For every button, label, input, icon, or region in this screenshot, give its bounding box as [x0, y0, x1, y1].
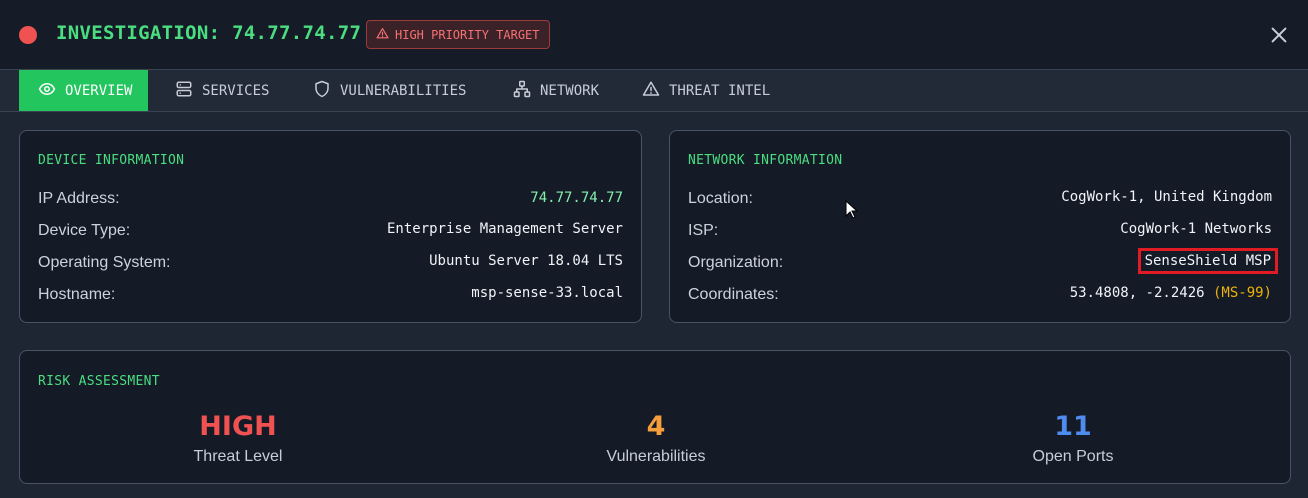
tab-overview[interactable]: OVERVIEW: [19, 70, 149, 111]
threat-level-value: HIGH: [199, 411, 277, 442]
ip-address-label: IP Address:: [38, 190, 120, 207]
mouse-cursor-icon: [845, 200, 859, 219]
close-icon: [1268, 27, 1290, 50]
warning-icon: [642, 80, 660, 102]
organization-value: SenseShield MSP: [1137, 248, 1278, 274]
tab-network[interactable]: NETWORK: [513, 70, 599, 111]
operating-system-label: Operating System:: [38, 254, 171, 271]
tab-label: VULNERABILITIES: [340, 82, 467, 99]
page-title: INVESTIGATION: 74.77.74.77: [56, 22, 362, 44]
tab-label: SERVICES: [202, 82, 270, 99]
vulnerabilities-value: 4: [646, 411, 666, 442]
priority-badge: HIGH PRIORITY TARGET: [366, 20, 550, 49]
vulnerabilities-stat: 4 Vulnerabilities: [506, 411, 806, 466]
risk-assessment-panel: RISK ASSESSMENT HIGH Threat Level 4 Vuln…: [19, 350, 1291, 484]
network-icon: [513, 80, 531, 102]
tab-bar: OVERVIEW SERVICES VULNERABILITIES NETWOR…: [0, 70, 1308, 112]
panel-title: DEVICE INFORMATION: [38, 153, 185, 168]
device-information-panel: DEVICE INFORMATION IP Address: 74.77.74.…: [19, 130, 642, 323]
open-ports-value: 11: [1054, 411, 1092, 442]
close-button[interactable]: [1268, 24, 1290, 46]
vulnerabilities-label: Vulnerabilities: [606, 448, 706, 465]
shield-icon: [313, 80, 331, 102]
coordinates-label: Coordinates:: [688, 286, 779, 303]
panel-title: RISK ASSESSMENT: [38, 374, 160, 389]
device-type-label: Device Type:: [38, 222, 131, 239]
coordinates-suffix: (MS-99): [1212, 285, 1272, 301]
device-type-value: Enterprise Management Server: [386, 221, 623, 237]
server-icon: [175, 80, 193, 102]
ip-address-value: 74.77.74.77: [530, 190, 623, 206]
tab-threat-intel[interactable]: THREAT INTEL: [642, 70, 770, 111]
threat-level-label: Threat Level: [193, 448, 283, 465]
location-value: CogWork-1, United Kingdom: [1061, 189, 1272, 205]
tab-vulnerabilities[interactable]: VULNERABILITIES: [313, 70, 466, 111]
tab-label: NETWORK: [540, 82, 600, 99]
threat-level-stat: HIGH Threat Level: [88, 411, 388, 466]
tab-services[interactable]: SERVICES: [175, 70, 269, 111]
panel-title: NETWORK INFORMATION: [688, 153, 843, 168]
isp-label: ISP:: [688, 222, 719, 239]
coordinates-text: 53.4808, -2.2426: [1069, 285, 1205, 301]
warning-icon: [376, 27, 389, 43]
operating-system-value: Ubuntu Server 18.04 LTS: [429, 253, 623, 269]
isp-value: CogWork-1 Networks: [1120, 221, 1272, 237]
tab-label: THREAT INTEL: [669, 82, 771, 99]
tab-label: OVERVIEW: [65, 82, 133, 99]
open-ports-label: Open Ports: [1032, 448, 1114, 465]
status-indicator: [19, 26, 37, 44]
hostname-label: Hostname:: [38, 286, 116, 303]
coordinates-value: 53.4808, -2.2426 (MS-99): [1070, 285, 1272, 301]
location-label: Location:: [688, 190, 753, 207]
open-ports-stat: 11 Open Ports: [923, 411, 1223, 466]
network-information-panel: NETWORK INFORMATION Location: CogWork-1,…: [669, 130, 1291, 323]
header-bar: INVESTIGATION: 74.77.74.77 HIGH PRIORITY…: [0, 0, 1308, 70]
priority-badge-label: HIGH PRIORITY TARGET: [395, 27, 540, 42]
eye-icon: [38, 80, 56, 102]
organization-label: Organization:: [688, 254, 784, 271]
hostname-value: msp-sense-33.local: [471, 285, 623, 301]
